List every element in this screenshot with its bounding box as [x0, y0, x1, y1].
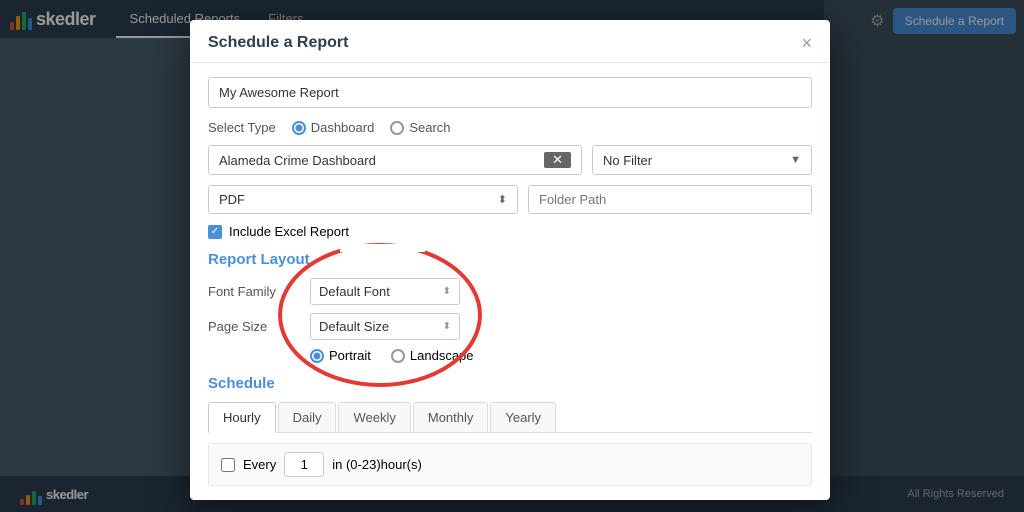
schedule-title: Schedule: [208, 375, 812, 392]
modal-body: Select Type Dashboard Search Alameda Cri…: [190, 63, 830, 500]
every-checkbox[interactable]: [221, 458, 235, 472]
schedule-tab-daily[interactable]: Daily: [278, 402, 337, 432]
font-family-row: Font Family Default Font ⬍: [208, 278, 812, 305]
report-layout-title: Report Layout: [208, 251, 812, 268]
report-name-input[interactable]: [208, 77, 812, 108]
schedule-tab-weekly[interactable]: Weekly: [338, 402, 410, 432]
search-radio-label[interactable]: Search: [390, 120, 450, 135]
schedule-tab-hourly[interactable]: Hourly: [208, 402, 276, 433]
no-filter-value: No Filter: [603, 153, 652, 168]
search-radio-text: Search: [409, 120, 450, 135]
include-excel-row: ✓ Include Excel Report: [208, 224, 812, 239]
orientation-row: Portrait Landscape: [310, 348, 812, 363]
dashboard-select[interactable]: Alameda Crime Dashboard ✕: [208, 145, 582, 175]
font-family-arrow-icon: ⬍: [443, 286, 451, 297]
select-type-row: Select Type Dashboard Search: [208, 120, 812, 135]
dashboard-select-value: Alameda Crime Dashboard: [219, 153, 376, 168]
modal-close-button[interactable]: ×: [801, 34, 812, 52]
modal-header: Schedule a Report ×: [190, 20, 830, 63]
schedule-tab-monthly[interactable]: Monthly: [413, 402, 489, 432]
select-type-label: Select Type: [208, 120, 276, 135]
include-excel-label: Include Excel Report: [229, 224, 349, 239]
every-value-input[interactable]: [284, 452, 324, 477]
no-filter-select[interactable]: No Filter ▼: [592, 145, 812, 175]
every-label: Every: [243, 457, 276, 472]
hourly-section: Every in (0-23)hour(s): [208, 443, 812, 486]
landscape-radio-label[interactable]: Landscape: [391, 348, 474, 363]
include-excel-checkbox[interactable]: ✓: [208, 225, 222, 239]
no-filter-arrow-icon: ▼: [790, 154, 801, 166]
font-family-label: Font Family: [208, 284, 298, 299]
format-arrow-icon: ⬍: [498, 193, 507, 206]
page-size-select[interactable]: Default Size ⬍: [310, 313, 460, 340]
dashboard-clear-button[interactable]: ✕: [544, 152, 571, 168]
portrait-radio[interactable]: [310, 349, 324, 363]
font-family-value: Default Font: [319, 284, 390, 299]
dashboard-filter-row: Alameda Crime Dashboard ✕ No Filter ▼: [208, 145, 812, 175]
portrait-radio-label[interactable]: Portrait: [310, 348, 371, 363]
folder-path-input[interactable]: [528, 185, 812, 214]
search-radio[interactable]: [390, 121, 404, 135]
page-size-row: Page Size Default Size ⬍: [208, 313, 812, 340]
format-value: PDF: [219, 192, 245, 207]
page-size-value: Default Size: [319, 319, 389, 334]
landscape-radio[interactable]: [391, 349, 405, 363]
font-family-select[interactable]: Default Font ⬍: [310, 278, 460, 305]
modal-title: Schedule a Report: [208, 34, 348, 52]
dashboard-radio-text: Dashboard: [311, 120, 375, 135]
schedule-tab-yearly[interactable]: Yearly: [490, 402, 556, 432]
dashboard-radio-label[interactable]: Dashboard: [292, 120, 375, 135]
page-size-arrow-icon: ⬍: [443, 321, 451, 332]
landscape-label: Landscape: [410, 348, 474, 363]
schedule-tabs: Hourly Daily Weekly Monthly Yearly: [208, 402, 812, 433]
page-size-label: Page Size: [208, 319, 298, 334]
dashboard-radio[interactable]: [292, 121, 306, 135]
format-select[interactable]: PDF ⬍: [208, 185, 518, 214]
schedule-report-modal: Schedule a Report × Select Type Dashboar…: [190, 20, 830, 500]
portrait-label: Portrait: [329, 348, 371, 363]
every-suffix: in (0-23)hour(s): [332, 457, 422, 472]
format-folder-row: PDF ⬍: [208, 185, 812, 214]
